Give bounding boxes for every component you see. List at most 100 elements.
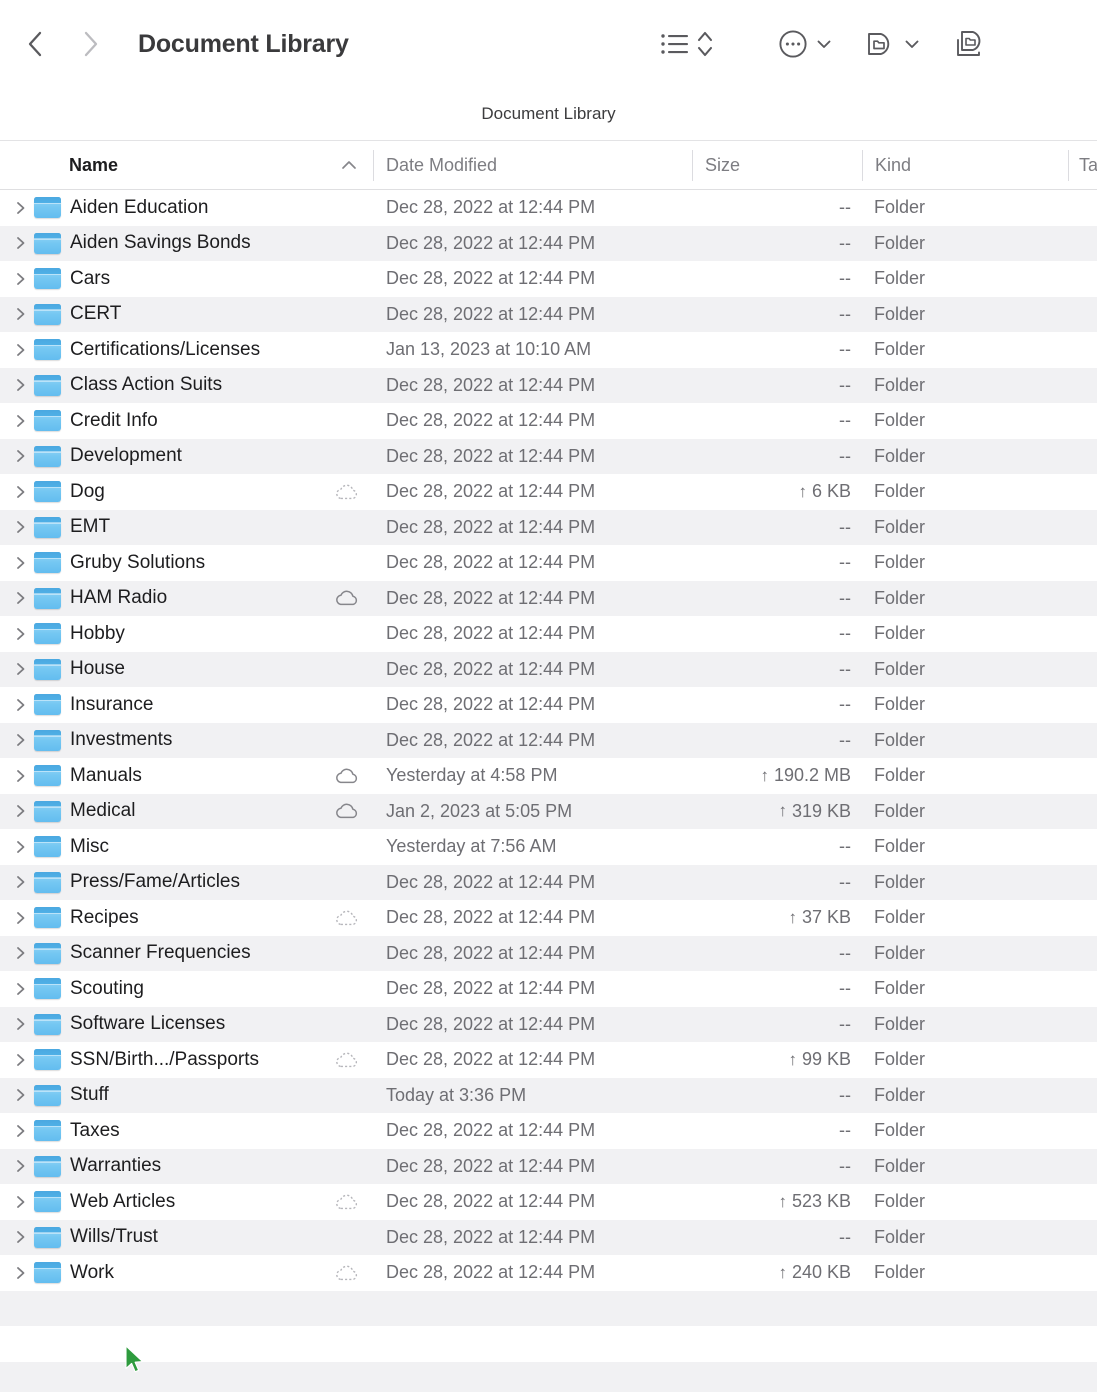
file-name-cell[interactable]: HAM Radio	[0, 581, 373, 617]
file-name-cell[interactable]: Class Action Suits	[0, 368, 373, 404]
tag-folder-icon[interactable]	[864, 24, 896, 64]
table-row[interactable]: Web Articles Dec 28, 2022 at 12:44 PM ↑ 523…	[0, 1184, 1097, 1220]
file-name-cell[interactable]: Gruby Solutions	[0, 545, 373, 581]
file-name-cell[interactable]: Insurance	[0, 687, 373, 723]
column-header-kind[interactable]: Kind	[875, 141, 911, 189]
file-name-cell[interactable]: Medical	[0, 794, 373, 830]
table-row[interactable]: Hobby Dec 28, 2022 at 12:44 PM -- Folder	[0, 616, 1097, 652]
table-row[interactable]: Wills/Trust Dec 28, 2022 at 12:44 PM -- Fol…	[0, 1219, 1097, 1256]
table-row[interactable]: House Dec 28, 2022 at 12:44 PM -- Folder	[0, 651, 1097, 688]
disclosure-triangle-icon[interactable]	[12, 199, 30, 217]
file-name-cell[interactable]: Dog	[0, 474, 373, 510]
column-header-size[interactable]: Size	[705, 141, 740, 189]
disclosure-triangle-icon[interactable]	[12, 447, 30, 465]
table-row[interactable]: Aiden Savings Bonds Dec 28, 2022 at 12:44…	[0, 225, 1097, 262]
disclosure-triangle-icon[interactable]	[12, 980, 30, 998]
disclosure-triangle-icon[interactable]	[12, 518, 30, 536]
disclosure-triangle-icon[interactable]	[12, 625, 30, 643]
column-divider[interactable]	[692, 150, 693, 181]
disclosure-triangle-icon[interactable]	[12, 909, 30, 927]
table-row[interactable]: Warranties Dec 28, 2022 at 12:44 PM -- Fold…	[0, 1148, 1097, 1185]
table-row[interactable]: Dog Dec 28, 2022 at 12:44 PM ↑ 6 KB Folder	[0, 474, 1097, 510]
table-row[interactable]: Taxes Dec 28, 2022 at 12:44 PM -- Folder	[0, 1113, 1097, 1149]
table-row[interactable]: HAM Radio Dec 28, 2022 at 12:44 PM -- Folde…	[0, 580, 1097, 617]
disclosure-triangle-icon[interactable]	[12, 873, 30, 891]
table-row[interactable]: Scouting Dec 28, 2022 at 12:44 PM -- Folder	[0, 971, 1097, 1007]
file-name-cell[interactable]: Misc	[0, 829, 373, 865]
file-name-cell[interactable]: Manuals	[0, 758, 373, 794]
disclosure-triangle-icon[interactable]	[12, 767, 30, 785]
file-name-cell[interactable]: Scouting	[0, 971, 373, 1007]
file-name-cell[interactable]: Warranties	[0, 1149, 373, 1185]
disclosure-triangle-icon[interactable]	[12, 376, 30, 394]
file-list[interactable]: Aiden Education Dec 28, 2022 at 12:44 PM -…	[0, 190, 1097, 1392]
table-row[interactable]: Investments Dec 28, 2022 at 12:44 PM -- Fol…	[0, 722, 1097, 759]
more-circle-icon[interactable]	[778, 24, 808, 64]
file-name-cell[interactable]: Development	[0, 439, 373, 475]
file-name-cell[interactable]: Cars	[0, 261, 373, 297]
file-name-cell[interactable]: Aiden Education	[0, 190, 373, 226]
file-name-cell[interactable]: Investments	[0, 723, 373, 759]
file-name-cell[interactable]: Aiden Savings Bonds	[0, 226, 373, 262]
table-row[interactable]: Stuff Today at 3:36 PM -- Folder	[0, 1077, 1097, 1114]
updown-chevron-icon[interactable]	[696, 24, 714, 64]
table-row[interactable]: Cars Dec 28, 2022 at 12:44 PM -- Folder	[0, 261, 1097, 297]
file-name-cell[interactable]: Press/Fame/Articles	[0, 865, 373, 901]
table-row[interactable]: Misc Yesterday at 7:56 AM -- Folder	[0, 829, 1097, 865]
table-row[interactable]: Class Action Suits Dec 28, 2022 at 12:44 …	[0, 367, 1097, 404]
column-divider[interactable]	[862, 150, 863, 181]
file-name-cell[interactable]: Taxes	[0, 1113, 373, 1149]
column-header-tags[interactable]: Ta	[1079, 141, 1097, 189]
file-name-cell[interactable]: CERT	[0, 297, 373, 333]
table-row[interactable]: Development Dec 28, 2022 at 12:44 PM -- Fol…	[0, 438, 1097, 475]
file-name-cell[interactable]: Hobby	[0, 616, 373, 652]
table-row[interactable]: SSN/Birth.../Passports Dec 28, 2022 at 12…	[0, 1042, 1097, 1078]
column-divider[interactable]	[1068, 150, 1069, 181]
file-name-cell[interactable]: Recipes	[0, 900, 373, 936]
disclosure-triangle-icon[interactable]	[12, 341, 30, 359]
file-name-cell[interactable]: EMT	[0, 510, 373, 546]
table-row[interactable]: Recipes Dec 28, 2022 at 12:44 PM ↑ 37 KB Fol…	[0, 900, 1097, 936]
table-row[interactable]: Manuals Yesterday at 4:58 PM ↑ 190.2 MB Fold…	[0, 758, 1097, 794]
table-row[interactable]: Credit Info Dec 28, 2022 at 12:44 PM -- Fol…	[0, 403, 1097, 439]
file-name-cell[interactable]: Web Articles	[0, 1184, 373, 1220]
file-name-cell[interactable]: Software Licenses	[0, 1007, 373, 1043]
file-name-cell[interactable]: Wills/Trust	[0, 1220, 373, 1256]
disclosure-triangle-icon[interactable]	[12, 305, 30, 323]
table-row[interactable]: Press/Fame/Articles Dec 28, 2022 at 12:44…	[0, 864, 1097, 901]
disclosure-triangle-icon[interactable]	[12, 270, 30, 288]
file-name-cell[interactable]: SSN/Birth.../Passports	[0, 1042, 373, 1078]
table-row[interactable]: Certifications/Licenses Jan 13, 2023 at 1…	[0, 332, 1097, 368]
disclosure-triangle-icon[interactable]	[12, 696, 30, 714]
file-name-cell[interactable]: House	[0, 652, 373, 688]
share-folder-icon[interactable]	[954, 24, 986, 64]
disclosure-triangle-icon[interactable]	[12, 660, 30, 678]
file-name-cell[interactable]: Work	[0, 1255, 373, 1291]
table-row[interactable]: Scanner Frequencies Dec 28, 2022 at 12:44…	[0, 935, 1097, 972]
disclosure-triangle-icon[interactable]	[12, 1157, 30, 1175]
disclosure-triangle-icon[interactable]	[12, 1122, 30, 1140]
disclosure-triangle-icon[interactable]	[12, 1228, 30, 1246]
file-name-cell[interactable]: Credit Info	[0, 403, 373, 439]
table-row[interactable]: Aiden Education Dec 28, 2022 at 12:44 PM -…	[0, 190, 1097, 226]
table-row[interactable]: Insurance Dec 28, 2022 at 12:44 PM -- Folde…	[0, 687, 1097, 723]
disclosure-triangle-icon[interactable]	[12, 554, 30, 572]
file-name-cell[interactable]: Stuff	[0, 1078, 373, 1114]
disclosure-triangle-icon[interactable]	[12, 1086, 30, 1104]
disclosure-triangle-icon[interactable]	[12, 944, 30, 962]
disclosure-triangle-icon[interactable]	[12, 1051, 30, 1069]
disclosure-triangle-icon[interactable]	[12, 838, 30, 856]
disclosure-triangle-icon[interactable]	[12, 1193, 30, 1211]
file-name-cell[interactable]: Certifications/Licenses	[0, 332, 373, 368]
chevron-down-icon[interactable]	[816, 38, 832, 50]
disclosure-triangle-icon[interactable]	[12, 802, 30, 820]
disclosure-triangle-icon[interactable]	[12, 589, 30, 607]
table-row[interactable]: CERT Dec 28, 2022 at 12:44 PM -- Folder	[0, 296, 1097, 333]
file-name-cell[interactable]: Scanner Frequencies	[0, 936, 373, 972]
disclosure-triangle-icon[interactable]	[12, 412, 30, 430]
disclosure-triangle-icon[interactable]	[12, 483, 30, 501]
chevron-down-icon[interactable]	[904, 38, 920, 50]
table-row[interactable]: Software Licenses Dec 28, 2022 at 12:44 P…	[0, 1006, 1097, 1043]
column-header-date-modified[interactable]: Date Modified	[386, 141, 497, 189]
column-divider[interactable]	[373, 150, 374, 181]
